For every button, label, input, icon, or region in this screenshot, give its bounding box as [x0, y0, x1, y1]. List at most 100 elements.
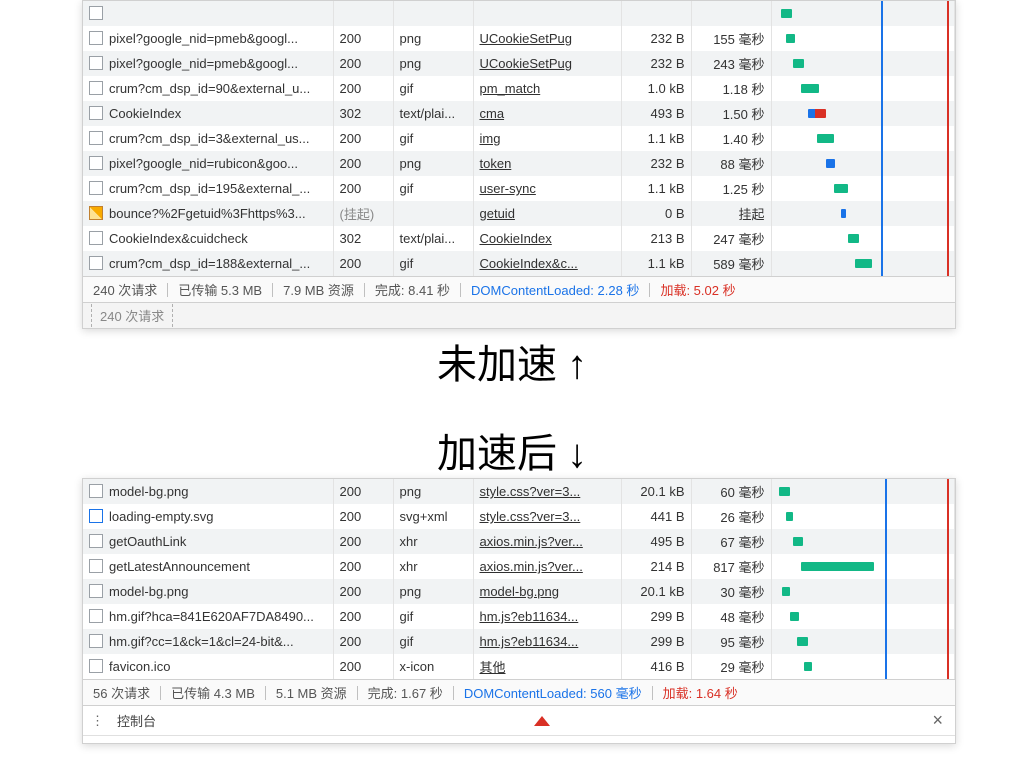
waterfall-bar — [817, 134, 833, 143]
table-row[interactable]: getLatestAnnouncement200xhraxios.min.js?… — [83, 554, 955, 579]
drawer-menu-icon[interactable]: ⋮ — [91, 713, 103, 729]
cell-type: xhr — [393, 554, 473, 579]
table-row[interactable]: getOauthLink200xhraxios.min.js?ver...495… — [83, 529, 955, 554]
close-icon[interactable]: × — [928, 710, 947, 731]
table-row[interactable]: crum?cm_dsp_id=195&external_...200gifuse… — [83, 176, 955, 201]
table-row[interactable] — [83, 1, 955, 26]
console-drawer: ⋮ 控制台 × — [83, 705, 955, 743]
waterfall-bar — [793, 59, 804, 68]
waterfall-bar — [804, 662, 811, 671]
table-row[interactable]: bounce?%2Fgetuid%3Fhttps%3...(挂起)getuid0… — [83, 201, 955, 226]
table-row[interactable]: hm.gif?hca=841E620AF7DA8490...200gifhm.j… — [83, 604, 955, 629]
status-requests: 56 次请求 — [93, 683, 150, 702]
cell-initiator[interactable]: hm.js?eb11634... — [473, 629, 621, 654]
cell-waterfall — [771, 629, 955, 654]
cell-type: x-icon — [393, 654, 473, 679]
cell-time: 243 毫秒 — [691, 51, 771, 76]
cell-waterfall — [771, 76, 955, 101]
file-icon — [89, 131, 103, 145]
cell-name[interactable] — [83, 1, 333, 26]
cell-size: 232 B — [621, 151, 691, 176]
waterfall-bar — [786, 34, 795, 43]
table-row[interactable]: crum?cm_dsp_id=90&external_u...200gifpm_… — [83, 76, 955, 101]
cell-name[interactable]: hm.gif?hca=841E620AF7DA8490... — [83, 604, 333, 629]
cell-status: (挂起) — [333, 201, 393, 226]
cell-initiator[interactable]: UCookieSetPug — [473, 51, 621, 76]
cell-initiator[interactable]: style.css?ver=3... — [473, 479, 621, 504]
cell-name[interactable]: crum?cm_dsp_id=195&external_... — [83, 176, 333, 201]
cell-name[interactable]: pixel?google_nid=rubicon&goo... — [83, 151, 333, 176]
cell-initiator[interactable]: axios.min.js?ver... — [473, 529, 621, 554]
cell-name[interactable]: bounce?%2Fgetuid%3Fhttps%3... — [83, 201, 333, 226]
filter-bar: 240 次请求 — [83, 302, 955, 328]
cell-initiator[interactable] — [473, 1, 621, 26]
table-row[interactable]: loading-empty.svg200svg+xmlstyle.css?ver… — [83, 504, 955, 529]
table-row[interactable]: model-bg.png200pngstyle.css?ver=3...20.1… — [83, 479, 955, 504]
cell-status: 302 — [333, 101, 393, 126]
table-row[interactable]: hm.gif?cc=1&ck=1&cl=24-bit&...200gifhm.j… — [83, 629, 955, 654]
cell-initiator[interactable]: cma — [473, 101, 621, 126]
table-row[interactable]: CookieIndex302text/plai...cma493 B1.50 秒 — [83, 101, 955, 126]
cell-status — [333, 1, 393, 26]
table-row[interactable]: model-bg.png200pngmodel-bg.png20.1 kB30 … — [83, 579, 955, 604]
cell-initiator[interactable]: CookieIndex — [473, 226, 621, 251]
file-icon — [89, 231, 103, 245]
waterfall-bar — [793, 537, 802, 546]
cell-initiator[interactable]: img — [473, 126, 621, 151]
cell-size: 441 B — [621, 504, 691, 529]
cell-name[interactable]: pixel?google_nid=pmeb&googl... — [83, 26, 333, 51]
drawer-tab-console[interactable]: 控制台 — [117, 711, 156, 730]
status-transferred: 已传输 4.3 MB — [171, 683, 255, 702]
table-row[interactable]: crum?cm_dsp_id=188&external_...200gifCoo… — [83, 251, 955, 276]
table-row[interactable]: pixel?google_nid=pmeb&googl...200pngUCoo… — [83, 26, 955, 51]
cell-initiator[interactable]: UCookieSetPug — [473, 26, 621, 51]
arrow-down-icon: ↓ — [567, 432, 587, 476]
cell-name[interactable]: hm.gif?cc=1&ck=1&cl=24-bit&... — [83, 629, 333, 654]
cell-status: 200 — [333, 176, 393, 201]
table-row[interactable]: pixel?google_nid=rubicon&goo...200pngtok… — [83, 151, 955, 176]
cell-type: gif — [393, 251, 473, 276]
cell-name[interactable]: getLatestAnnouncement — [83, 554, 333, 579]
table-row[interactable]: pixel?google_nid=pmeb&googl...200pngUCoo… — [83, 51, 955, 76]
cell-initiator[interactable]: 其他 — [473, 654, 621, 679]
cell-initiator[interactable]: pm_match — [473, 76, 621, 101]
filter-hint[interactable]: 240 次请求 — [91, 304, 173, 327]
waterfall-bar — [826, 159, 835, 168]
cell-name[interactable]: loading-empty.svg — [83, 504, 333, 529]
cell-initiator[interactable]: user-sync — [473, 176, 621, 201]
table-row[interactable]: favicon.ico200x-icon其他416 B29 毫秒 — [83, 654, 955, 679]
cell-name[interactable]: CookieIndex&cuidcheck — [83, 226, 333, 251]
cell-time: 1.18 秒 — [691, 76, 771, 101]
cell-initiator[interactable]: token — [473, 151, 621, 176]
cell-name[interactable]: pixel?google_nid=pmeb&googl... — [83, 51, 333, 76]
cell-name[interactable]: getOauthLink — [83, 529, 333, 554]
cell-name[interactable]: crum?cm_dsp_id=188&external_... — [83, 251, 333, 276]
cell-size: 493 B — [621, 101, 691, 126]
cell-size: 232 B — [621, 26, 691, 51]
table-row[interactable]: crum?cm_dsp_id=3&external_us...200gifimg… — [83, 126, 955, 151]
cell-initiator[interactable]: model-bg.png — [473, 579, 621, 604]
cell-name[interactable]: crum?cm_dsp_id=3&external_us... — [83, 126, 333, 151]
cell-name[interactable]: model-bg.png — [83, 479, 333, 504]
cell-status: 200 — [333, 629, 393, 654]
cell-size: 299 B — [621, 629, 691, 654]
status-resources: 5.1 MB 资源 — [276, 683, 347, 702]
cell-time: 1.25 秒 — [691, 176, 771, 201]
table-row[interactable]: CookieIndex&cuidcheck302text/plai...Cook… — [83, 226, 955, 251]
cell-name[interactable]: model-bg.png — [83, 579, 333, 604]
cell-initiator[interactable]: hm.js?eb11634... — [473, 604, 621, 629]
cell-size: 213 B — [621, 226, 691, 251]
cell-initiator[interactable]: getuid — [473, 201, 621, 226]
cell-initiator[interactable]: axios.min.js?ver... — [473, 554, 621, 579]
cell-name[interactable]: favicon.ico — [83, 654, 333, 679]
file-icon — [89, 509, 103, 523]
cell-initiator[interactable]: CookieIndex&c... — [473, 251, 621, 276]
cell-time: 26 毫秒 — [691, 504, 771, 529]
cell-name[interactable]: crum?cm_dsp_id=90&external_u... — [83, 76, 333, 101]
cell-time: 155 毫秒 — [691, 26, 771, 51]
cell-status: 200 — [333, 76, 393, 101]
cell-name[interactable]: CookieIndex — [83, 101, 333, 126]
network-table: pixel?google_nid=pmeb&googl...200pngUCoo… — [83, 1, 955, 276]
cell-type: gif — [393, 176, 473, 201]
cell-initiator[interactable]: style.css?ver=3... — [473, 504, 621, 529]
